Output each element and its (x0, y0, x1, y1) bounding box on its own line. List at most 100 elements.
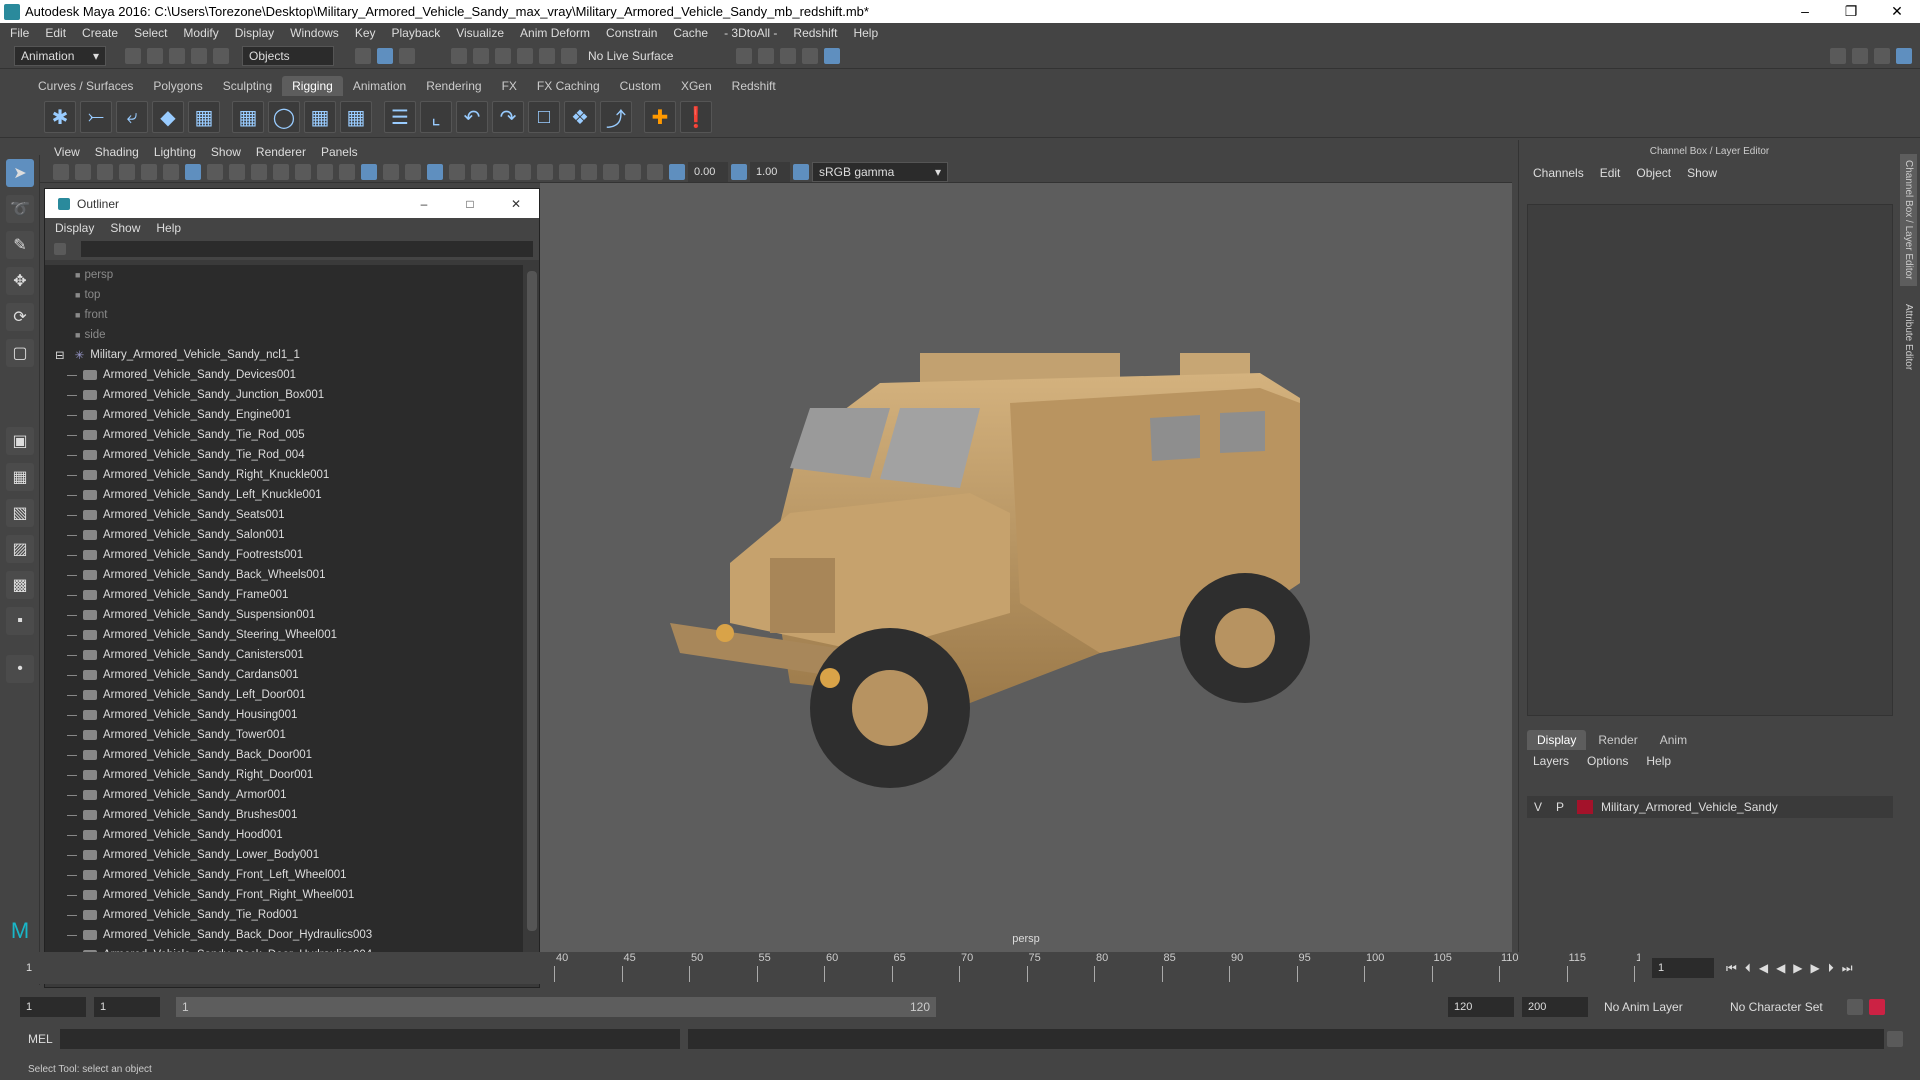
live-surface-label[interactable]: No Live Surface (588, 49, 673, 63)
wireframe-icon[interactable] (339, 163, 355, 180)
channel-box-menu-channels[interactable]: Channels (1533, 166, 1584, 180)
bookmark-icon[interactable] (97, 163, 113, 180)
menu-create[interactable]: Create (82, 26, 118, 40)
outliner-search-input[interactable] (81, 241, 533, 257)
current-frame-field[interactable]: 1 (1652, 958, 1714, 978)
shelf-tab-rigging[interactable]: Rigging (282, 76, 343, 96)
joint-tool-icon[interactable]: ✱ (44, 101, 76, 133)
filter-icon[interactable] (54, 243, 66, 255)
step-back-key-icon[interactable]: ◀ (1759, 961, 1768, 975)
parent-constraint-icon[interactable]: □ (528, 101, 560, 133)
scale-tool-icon[interactable]: ▢ (6, 339, 34, 367)
paint-weights-icon[interactable]: ▦ (340, 101, 372, 133)
menu-key[interactable]: Key (355, 26, 376, 40)
shelf-tab-fx-caching[interactable]: FX Caching (527, 76, 610, 96)
minimize-button[interactable]: – (1782, 3, 1828, 20)
menu-redshift[interactable]: Redshift (793, 26, 837, 40)
outliner-menu-display[interactable]: Display (55, 221, 94, 235)
locator-icon[interactable]: ✚ (644, 101, 676, 133)
menu-cache[interactable]: Cache (673, 26, 708, 40)
menu-display[interactable]: Display (235, 26, 274, 40)
step-back-icon[interactable]: ⏴ (1745, 961, 1751, 976)
anim-layer-dropdown[interactable]: No Anim Layer (1598, 997, 1718, 1017)
outliner-item-row[interactable]: Armored_Vehicle_Sandy_Steering_Wheel001 (45, 625, 523, 645)
range-slider[interactable]: 1 120 (176, 997, 936, 1017)
layer-playback-toggle[interactable]: P (1549, 800, 1571, 814)
outliner-group-row[interactable]: ⊟ ✳ Military_Armored_Vehicle_Sandy_ncl1_1 (45, 345, 523, 365)
outliner-item-row[interactable]: Armored_Vehicle_Sandy_Canisters001 (45, 645, 523, 665)
aim-constraint-icon[interactable]: ⌞ (420, 101, 452, 133)
shelf-tab-fx[interactable]: FX (492, 76, 527, 96)
select-tool-icon[interactable]: ➤ (6, 159, 34, 187)
xray-joints-icon[interactable] (625, 163, 641, 180)
open-scene-icon[interactable] (147, 47, 163, 64)
camera-select-icon[interactable] (53, 163, 69, 180)
snap-surface-icon[interactable] (539, 47, 555, 64)
ik-handle-icon[interactable]: ⤚ (80, 101, 112, 133)
layout-more-icon[interactable]: • (6, 655, 34, 683)
outliner-item-row[interactable]: Armored_Vehicle_Sandy_Back_Door001 (45, 745, 523, 765)
layer-menu-layers[interactable]: Layers (1533, 754, 1569, 768)
toggle-channel-box-icon[interactable] (1852, 47, 1868, 64)
outliner-item-row[interactable]: Armored_Vehicle_Sandy_Left_Knuckle001 (45, 485, 523, 505)
play-backward-icon[interactable]: ◀ (1776, 961, 1785, 975)
menu-playback[interactable]: Playback (392, 26, 441, 40)
orient-joint-icon[interactable]: ▦ (188, 101, 220, 133)
outliner-camera-row[interactable]: ■ top (45, 285, 523, 305)
channel-box-menu-edit[interactable]: Edit (1600, 166, 1621, 180)
outliner-camera-row[interactable]: ■ front (45, 305, 523, 325)
side-tab-attribute-editor[interactable]: Attribute Editor (1900, 298, 1917, 376)
outliner-camera-row[interactable]: ■ persp (45, 265, 523, 285)
layer-menu-help[interactable]: Help (1646, 754, 1671, 768)
safe-action-icon[interactable] (295, 163, 311, 180)
default-material-icon[interactable] (383, 163, 399, 180)
render-settings-icon[interactable] (736, 47, 753, 64)
xray-icon[interactable] (603, 163, 619, 180)
smooth-shade-icon[interactable] (361, 163, 377, 180)
redo-icon[interactable] (213, 47, 229, 64)
resolution-gate-icon[interactable] (229, 163, 245, 180)
outliner-scrollbar[interactable] (527, 271, 537, 931)
command-input[interactable] (60, 1029, 680, 1049)
camera-attributes-icon[interactable] (75, 163, 91, 180)
save-scene-icon[interactable] (169, 47, 185, 64)
gate-mask-icon[interactable] (251, 163, 267, 180)
rotate-tool-icon[interactable]: ⟳ (6, 303, 34, 331)
shelf-tab-animation[interactable]: Animation (343, 76, 416, 96)
selection-mask-dropdown[interactable]: Objects (242, 45, 334, 66)
outliner-item-row[interactable]: Armored_Vehicle_Sandy_Back_Door_Hydrauli… (45, 925, 523, 945)
animation-preferences-icon[interactable] (1869, 999, 1885, 1015)
mirror-joint-icon[interactable]: ◆ (152, 101, 184, 133)
field-chart-icon[interactable] (273, 163, 289, 180)
move-tool-icon[interactable]: ✥ (6, 267, 34, 295)
shelf-tab-xgen[interactable]: XGen (671, 76, 722, 96)
layer-name[interactable]: Military_Armored_Vehicle_Sandy (1601, 800, 1778, 814)
wireframe-on-shaded-icon[interactable] (405, 163, 421, 180)
grease-pencil-icon[interactable] (163, 163, 179, 180)
select-object-icon[interactable] (377, 47, 393, 64)
outliner-item-row[interactable]: Armored_Vehicle_Sandy_Left_Door001 (45, 685, 523, 705)
close-button[interactable]: ✕ (1874, 3, 1920, 20)
outliner-item-row[interactable]: Armored_Vehicle_Sandy_Armor001 (45, 785, 523, 805)
channel-box-body[interactable] (1527, 204, 1893, 716)
single-perspective-icon[interactable]: ▣ (6, 427, 34, 455)
persp-outliner-icon[interactable]: ▧ (6, 499, 34, 527)
outliner-camera-row[interactable]: ■ side (45, 325, 523, 345)
outliner-item-row[interactable]: Armored_Vehicle_Sandy_Tie_Rod001 (45, 905, 523, 925)
snap-point-icon[interactable] (495, 47, 511, 64)
outliner-minimize-button[interactable]: – (401, 197, 447, 211)
motion-blur-icon[interactable] (515, 163, 531, 180)
paint-select-icon[interactable]: ✎ (6, 231, 34, 259)
cluster-icon[interactable]: ◯ (268, 101, 300, 133)
ipr-render-icon[interactable] (780, 47, 797, 64)
panel-menu-view[interactable]: View (54, 145, 80, 159)
layer-tab-display[interactable]: Display (1527, 730, 1587, 750)
start-time-field[interactable]: 1 (20, 997, 86, 1017)
auto-key-icon[interactable] (1847, 999, 1863, 1015)
panel-menu-panels[interactable]: Panels (321, 145, 358, 159)
outliner-item-row[interactable]: Armored_Vehicle_Sandy_Footrests001 (45, 545, 523, 565)
outliner-item-row[interactable]: Armored_Vehicle_Sandy_Hood001 (45, 825, 523, 845)
outliner-item-row[interactable]: Armored_Vehicle_Sandy_Back_Wheels001 (45, 565, 523, 585)
layer-tab-anim[interactable]: Anim (1650, 730, 1697, 750)
outliner-item-row[interactable]: Armored_Vehicle_Sandy_Engine001 (45, 405, 523, 425)
